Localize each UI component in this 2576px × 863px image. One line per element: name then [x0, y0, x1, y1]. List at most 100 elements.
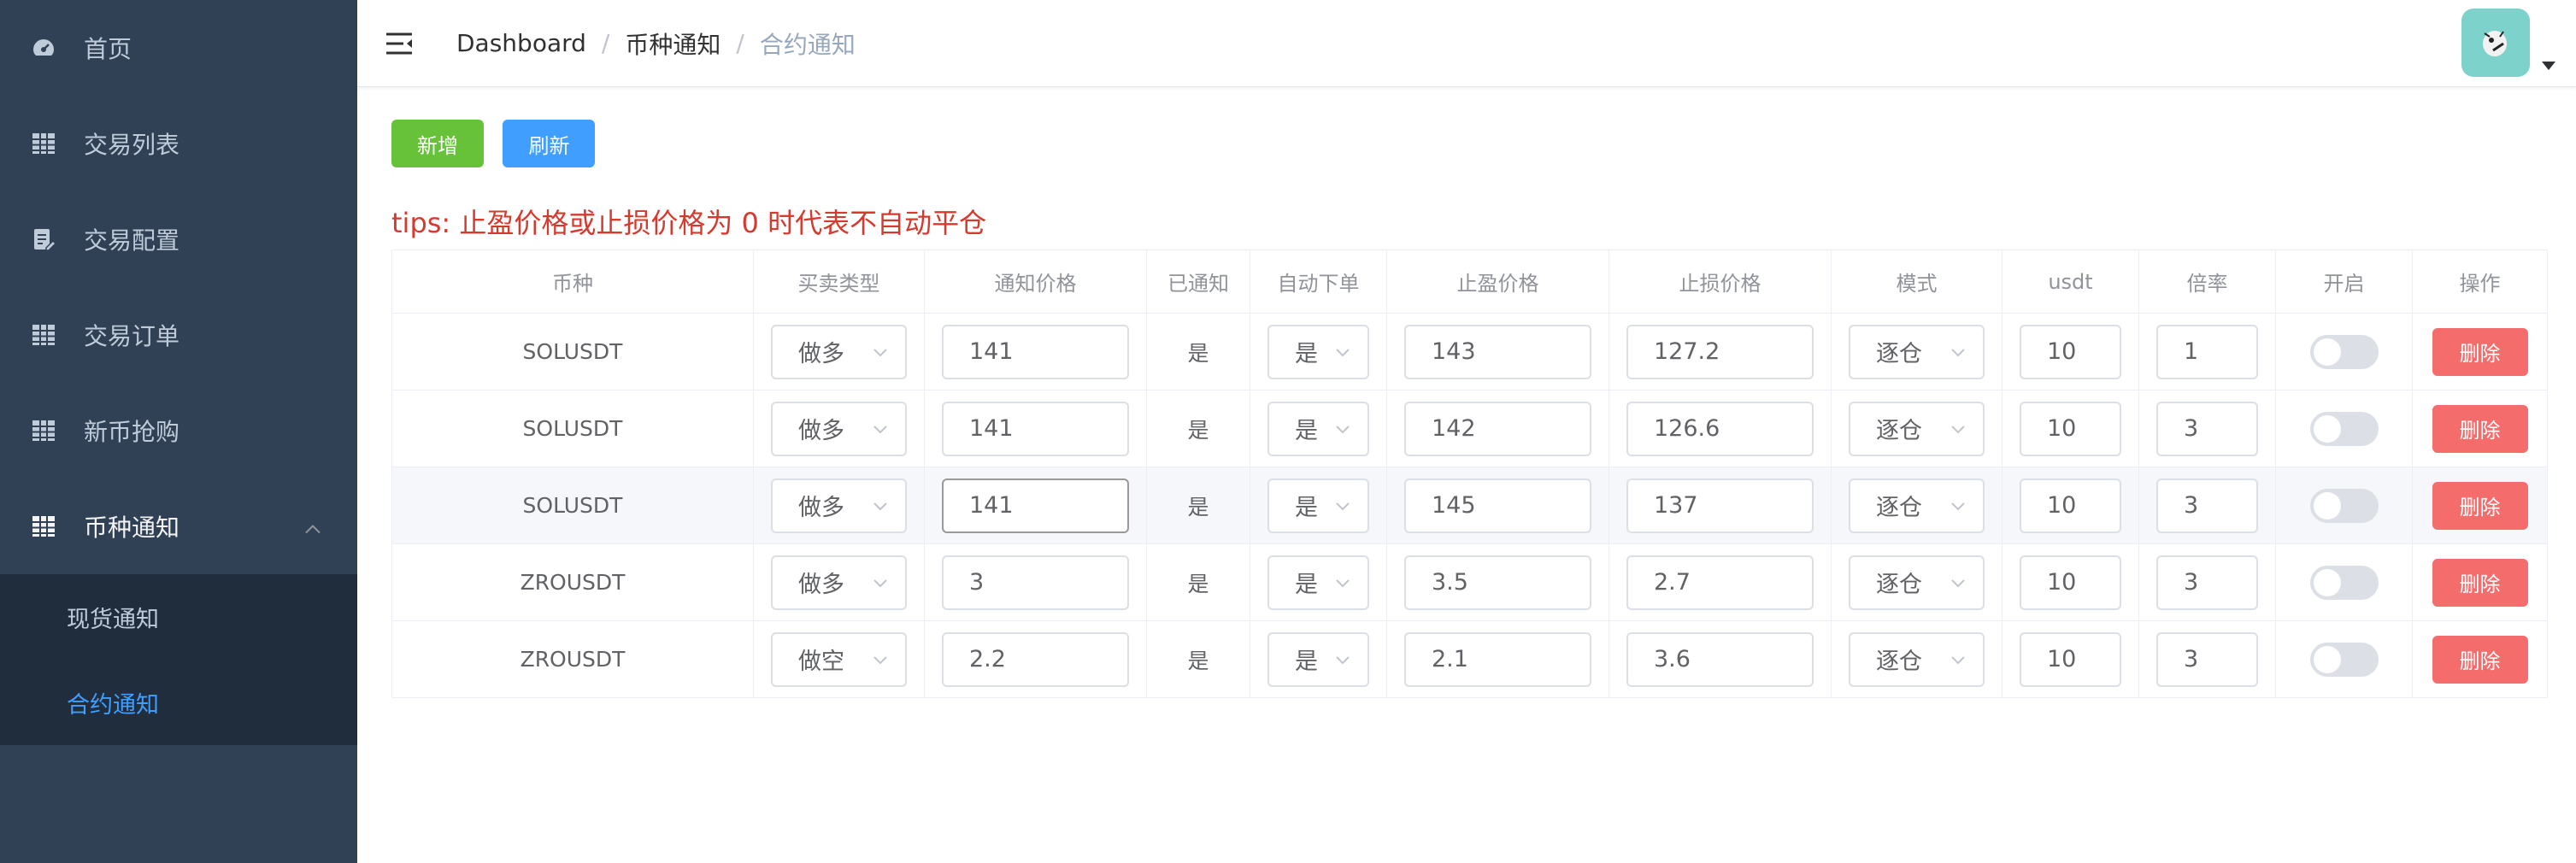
enable-switch[interactable] [2309, 565, 2379, 600]
stop-loss-input[interactable]: 126.6 [1626, 401, 1814, 456]
auto-order-select[interactable]: 是 [1267, 478, 1369, 533]
edit-icon [31, 226, 56, 252]
delete-button[interactable]: 删除 [2432, 404, 2528, 453]
leverage-input[interactable]: 1 [2156, 324, 2258, 379]
sidebar-item-coin-notify[interactable]: 币种通知 [0, 478, 357, 574]
delete-button[interactable]: 删除 [2432, 558, 2528, 607]
delete-button[interactable]: 删除 [2432, 327, 2528, 376]
enable-switch[interactable] [2309, 642, 2379, 677]
side-select[interactable]: 做多 [771, 555, 907, 610]
take-profit-input[interactable]: 2.1 [1404, 631, 1591, 687]
notify-price-input[interactable]: 141 [942, 478, 1129, 533]
leverage-input[interactable]: 3 [2156, 631, 2258, 687]
chevron-up-icon [304, 513, 321, 541]
leverage-input[interactable]: 3 [2156, 478, 2258, 533]
sidebar-item-trade-config[interactable]: 交易配置 [0, 191, 357, 287]
sidebar-item-contract-notify[interactable]: 合约通知 [0, 660, 357, 745]
delete-button[interactable]: 删除 [2432, 481, 2528, 530]
stop-loss-input[interactable]: 127.2 [1626, 324, 1814, 379]
sidebar-item-home[interactable]: 首页 [0, 0, 357, 96]
chevron-down-icon [1951, 348, 1965, 356]
column-header: 止盈价格 [1386, 250, 1609, 314]
mode-select[interactable]: 逐仓 [1849, 324, 1985, 379]
auto-order-select[interactable]: 是 [1267, 401, 1369, 456]
usdt-input[interactable]: 10 [2020, 631, 2121, 687]
sidebar-item-trade-orders[interactable]: 交易订单 [0, 287, 357, 383]
delete-button[interactable]: 删除 [2432, 635, 2528, 684]
tips-text: tips: 止盈价格或止损价格为 0 时代表不自动平仓 [391, 207, 987, 239]
chevron-down-icon [873, 655, 887, 664]
table-row: SOLUSDT 做多 141 是 是 142 126.6 逐仓 10 3 删除 [391, 390, 2548, 467]
column-header: usdt [2002, 250, 2139, 314]
sidebar-item-trade-list[interactable]: 交易列表 [0, 96, 357, 191]
sidebar: 首页 交易列表 交易配置 交易订单 新币抢购 币种通知 现货通知 合约通知 [0, 0, 357, 863]
sidebar-item-label: 新币抢购 [84, 418, 180, 446]
select-value: 逐仓 [1876, 649, 1922, 675]
usdt-input[interactable]: 10 [2020, 478, 2121, 533]
symbol-cell: SOLUSDT [391, 313, 754, 390]
toolbar: 新增 刷新 [391, 120, 986, 167]
select-value: 做多 [798, 572, 844, 598]
sidebar-item-new-coin[interactable]: 新币抢购 [0, 383, 357, 478]
take-profit-input[interactable]: 3.5 [1404, 555, 1591, 610]
caret-down-icon[interactable] [2542, 62, 2555, 70]
mode-select[interactable]: 逐仓 [1849, 401, 1985, 456]
user-menu[interactable] [2461, 9, 2555, 77]
side-select[interactable]: 做多 [771, 478, 907, 533]
select-value: 逐仓 [1876, 418, 1922, 444]
take-profit-input[interactable]: 145 [1404, 478, 1591, 533]
column-header: 币种 [391, 250, 754, 314]
enable-switch[interactable] [2309, 488, 2379, 523]
avatar[interactable] [2461, 9, 2530, 77]
side-select[interactable]: 做空 [771, 631, 907, 687]
auto-order-select[interactable]: 是 [1267, 555, 1369, 610]
switch-knob [2313, 491, 2341, 520]
notify-price-input[interactable]: 141 [942, 401, 1129, 456]
breadcrumb-item-dashboard[interactable]: Dashboard [456, 29, 586, 57]
sidebar-item-spot-notify[interactable]: 现货通知 [0, 574, 357, 660]
leverage-input[interactable]: 3 [2156, 555, 2258, 610]
hamburger-icon[interactable] [385, 29, 414, 58]
usdt-input[interactable]: 10 [2020, 555, 2121, 610]
side-select[interactable]: 做多 [771, 324, 907, 379]
notify-table: 币种 买卖类型 通知价格 已通知 自动下单 止盈价格 止损价格 模式 usdt … [391, 250, 2548, 698]
notified-cell: 是 [1146, 467, 1250, 544]
enable-switch[interactable] [2309, 411, 2379, 446]
refresh-button[interactable]: 刷新 [503, 120, 596, 167]
add-button[interactable]: 新增 [391, 120, 484, 167]
chevron-down-icon [873, 348, 887, 356]
enable-switch[interactable] [2309, 334, 2379, 369]
take-profit-input[interactable]: 143 [1404, 324, 1591, 379]
mode-select[interactable]: 逐仓 [1849, 478, 1985, 533]
chevron-down-icon [873, 502, 887, 510]
breadcrumb-separator: / [736, 29, 744, 57]
usdt-input[interactable]: 10 [2020, 324, 2121, 379]
column-header: 买卖类型 [753, 250, 925, 314]
usdt-input[interactable]: 10 [2020, 401, 2121, 456]
mode-select[interactable]: 逐仓 [1849, 555, 1985, 610]
auto-order-select[interactable]: 是 [1267, 631, 1369, 687]
chevron-down-icon [1336, 502, 1350, 510]
mode-select[interactable]: 逐仓 [1849, 631, 1985, 687]
stop-loss-input[interactable]: 2.7 [1626, 555, 1814, 610]
side-select[interactable]: 做多 [771, 401, 907, 456]
submenu: 现货通知 合约通知 [0, 574, 357, 745]
sidebar-item-label: 交易配置 [84, 226, 180, 255]
notified-cell: 是 [1146, 390, 1250, 467]
leverage-input[interactable]: 3 [2156, 401, 2258, 456]
notify-price-input[interactable]: 141 [942, 324, 1129, 379]
stop-loss-input[interactable]: 137 [1626, 478, 1814, 533]
sidebar-item-label: 交易列表 [84, 131, 180, 159]
chevron-down-icon [1336, 655, 1350, 664]
stop-loss-input[interactable]: 3.6 [1626, 631, 1814, 687]
breadcrumb-item-coin-notify[interactable]: 币种通知 [625, 26, 720, 61]
column-header: 已通知 [1146, 250, 1250, 314]
dashboard-icon [31, 35, 56, 61]
notify-price-input[interactable]: 2.2 [942, 631, 1129, 687]
switch-knob [2313, 414, 2341, 443]
sidebar-item-label: 币种通知 [84, 514, 180, 542]
notify-price-input[interactable]: 3 [942, 555, 1129, 610]
auto-order-select[interactable]: 是 [1267, 324, 1369, 379]
take-profit-input[interactable]: 142 [1404, 401, 1591, 456]
select-value: 是 [1295, 572, 1318, 598]
